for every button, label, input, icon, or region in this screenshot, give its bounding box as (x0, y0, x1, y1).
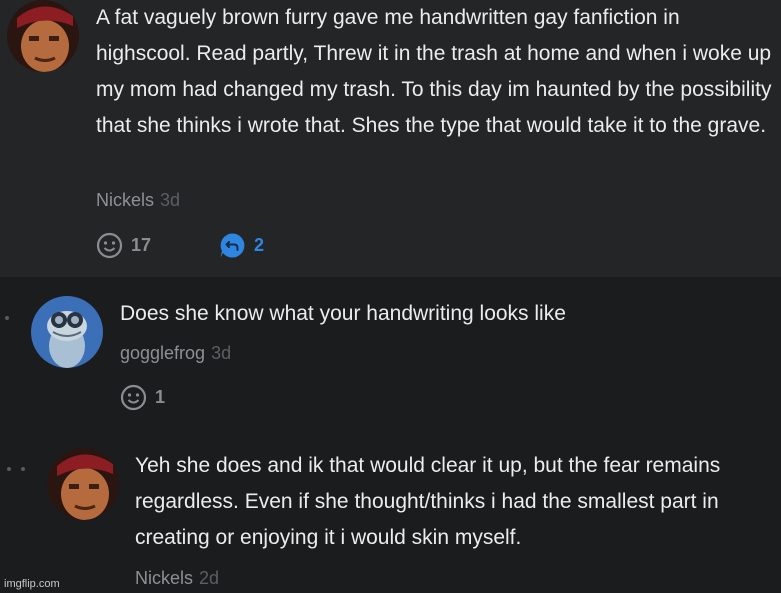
avatar[interactable] (7, 0, 79, 72)
comment-text: A fat vaguely brown furry gave me handwr… (96, 6, 772, 137)
watermark: imgflip.com (4, 578, 60, 590)
user-avatar-icon (31, 296, 103, 368)
like-count: 17 (131, 235, 152, 255)
comment-author[interactable]: Nickels (96, 190, 154, 210)
upvote-button[interactable]: 17 (96, 232, 151, 259)
comment-age: 3d (160, 190, 181, 210)
replies-button[interactable]: 2 (219, 232, 264, 259)
avatar[interactable] (31, 296, 103, 368)
comment-card: A fat vaguely brown furry gave me handwr… (0, 0, 781, 277)
comment-card: Yeh she does and ik that would clear it … (0, 437, 781, 593)
thread-indent-dot (5, 316, 9, 320)
user-avatar-icon (47, 448, 119, 520)
reply-count: 2 (254, 235, 265, 255)
like-count: 1 (155, 387, 166, 407)
smiley-icon (96, 232, 123, 259)
comment-age: 2d (199, 568, 220, 588)
comment-author[interactable]: gogglefrog (120, 343, 205, 363)
smiley-icon (120, 384, 147, 411)
comment-age: 3d (211, 343, 232, 363)
avatar[interactable] (47, 448, 119, 520)
user-avatar-icon (7, 0, 79, 72)
comment-meta: Nickels 3d (96, 189, 180, 211)
upvote-button[interactable]: 1 (120, 384, 165, 411)
reply-bubble-icon (220, 233, 245, 258)
comment-text: Yeh she does and ik that would clear it … (135, 454, 721, 549)
thread-indent-dot (7, 467, 11, 471)
comment-meta: Nickels 2d (135, 567, 219, 589)
comment-meta: gogglefrog 3d (120, 342, 231, 364)
comment-text: Does she know what your handwriting look… (120, 302, 566, 325)
comment-author[interactable]: Nickels (135, 568, 193, 588)
comment-card: Does she know what your handwriting look… (0, 277, 781, 437)
thread-indent-dot (21, 467, 25, 471)
